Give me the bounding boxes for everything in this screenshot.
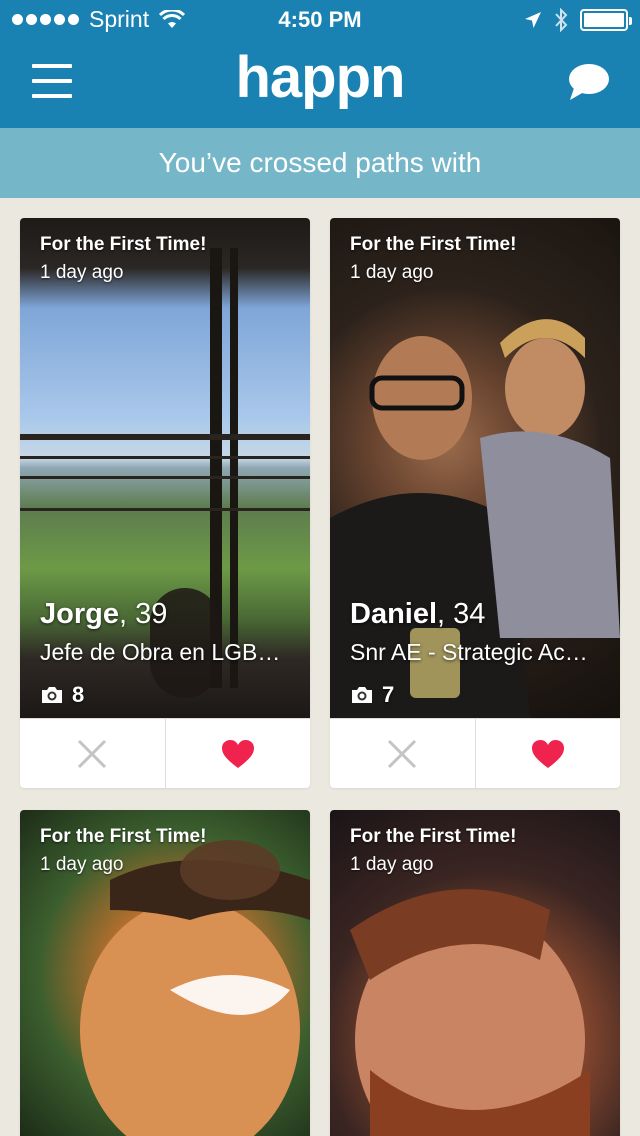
like-button[interactable] bbox=[474, 719, 621, 788]
close-icon bbox=[388, 739, 417, 768]
battery-icon bbox=[580, 9, 632, 31]
profile-card[interactable]: For the First Time! 1 day ago bbox=[20, 810, 310, 1136]
first-time-label: For the First Time! bbox=[40, 234, 207, 255]
photo-count: 7 bbox=[382, 682, 395, 707]
dismiss-button[interactable] bbox=[330, 719, 475, 788]
close-icon bbox=[78, 739, 107, 768]
profile-name: Jorge bbox=[40, 598, 119, 630]
dismiss-button[interactable] bbox=[20, 719, 165, 788]
first-time-label: For the First Time! bbox=[350, 826, 517, 847]
profile-card[interactable]: For the First Time! 1 day ago bbox=[330, 810, 620, 1136]
heart-icon bbox=[221, 739, 254, 768]
time-ago-label: 1 day ago bbox=[40, 854, 124, 875]
status-bar: Sprint 4:50 PM bbox=[0, 0, 640, 40]
profile-photo[interactable]: For the First Time! 1 day ago Jorge, 39 … bbox=[20, 218, 310, 718]
card-actions bbox=[330, 718, 620, 788]
profile-name: Daniel bbox=[350, 598, 438, 630]
profile-card-daniel[interactable]: For the First Time! 1 day ago Daniel, 34… bbox=[330, 218, 620, 788]
photo-count: 8 bbox=[72, 682, 85, 707]
profile-photo[interactable]: For the First Time! 1 day ago bbox=[330, 810, 620, 1136]
camera-icon bbox=[42, 687, 62, 703]
bluetooth-icon bbox=[555, 8, 568, 32]
happn-logo: happn bbox=[235, 45, 406, 110]
profile-age: , 39 bbox=[118, 598, 168, 630]
app-header: happn bbox=[0, 40, 640, 128]
time-ago-label: 1 day ago bbox=[350, 262, 434, 283]
profile-photo[interactable]: For the First Time! 1 day ago bbox=[20, 810, 310, 1136]
card-actions bbox=[20, 718, 310, 788]
profile-job: Jefe de Obra en LGB… bbox=[40, 639, 281, 665]
crossed-paths-banner: You’ve crossed paths with bbox=[0, 128, 640, 198]
first-time-label: For the First Time! bbox=[350, 234, 517, 255]
camera-icon bbox=[352, 687, 372, 703]
first-time-label: For the First Time! bbox=[40, 826, 207, 847]
profile-photo[interactable]: For the First Time! 1 day ago Daniel, 34… bbox=[330, 218, 620, 718]
time-ago-label: 1 day ago bbox=[40, 262, 124, 283]
time-ago-label: 1 day ago bbox=[350, 854, 434, 875]
profile-age: , 34 bbox=[437, 598, 486, 630]
profile-job: Snr AE - Strategic Ac… bbox=[350, 639, 588, 665]
like-button[interactable] bbox=[164, 719, 311, 788]
location-arrow-icon bbox=[525, 12, 541, 28]
profile-card-jorge[interactable]: For the First Time! 1 day ago Jorge, 39 … bbox=[20, 218, 310, 788]
chat-bubble-icon[interactable] bbox=[566, 60, 610, 104]
heart-icon bbox=[531, 739, 564, 768]
